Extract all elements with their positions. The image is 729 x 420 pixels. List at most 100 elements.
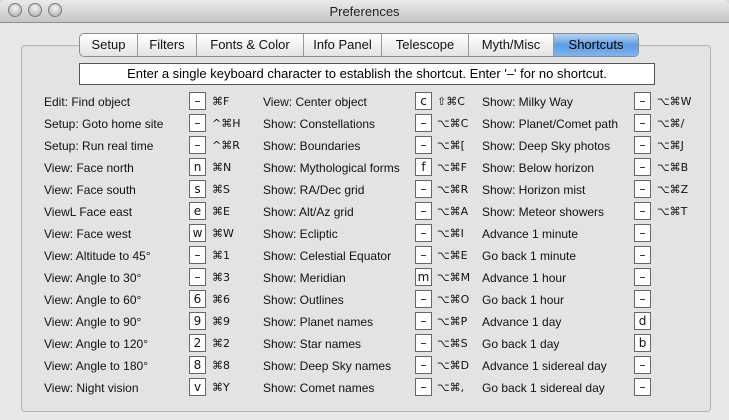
shortcut-label: View: Face south (44, 183, 136, 197)
shortcut-key-field[interactable]: 6 (189, 290, 206, 308)
shortcut-key-field[interactable]: – (634, 378, 651, 396)
shortcut-combo: ⌥⌘F (437, 161, 468, 174)
shortcut-key-field[interactable]: – (634, 92, 651, 110)
shortcut-combo: ⌘F (212, 95, 230, 108)
shortcut-label: Show: Alt/Az grid (263, 205, 354, 219)
shortcut-key-field[interactable]: – (415, 356, 432, 374)
shortcut-key-field[interactable]: e (189, 202, 206, 220)
shortcut-key-field[interactable]: – (634, 290, 651, 308)
shortcut-label: Advance 1 hour (482, 271, 567, 285)
shortcut-label: Show: Deep Sky photos (482, 139, 611, 153)
shortcut-label: View: Angle to 60° (44, 293, 142, 307)
shortcut-combo: ⌥⌘S (437, 337, 468, 350)
shortcut-key-field[interactable]: – (634, 224, 651, 242)
instruction-banner: Enter a single keyboard character to est… (79, 63, 655, 85)
title-bar: Preferences (0, 0, 729, 23)
shortcut-key-field[interactable]: f (415, 158, 432, 176)
shortcut-key-field[interactable]: – (415, 114, 432, 132)
shortcut-key-field[interactable]: – (634, 158, 651, 176)
shortcut-combo: ⌘3 (212, 271, 230, 284)
shortcut-label: Show: Deep Sky names (263, 359, 392, 373)
shortcut-combo: ^⌘H (212, 117, 241, 130)
shortcut-label: Edit: Find object (44, 95, 131, 109)
shortcut-key-field[interactable]: – (634, 136, 651, 154)
shortcut-key-field[interactable]: – (415, 136, 432, 154)
shortcut-key-field[interactable]: – (634, 202, 651, 220)
shortcut-label: Advance 1 day (482, 315, 562, 329)
tab-info-panel[interactable]: Info Panel (304, 34, 382, 56)
shortcut-key-field[interactable]: – (189, 114, 206, 132)
shortcut-combo: ⌥⌘E (437, 249, 468, 262)
shortcut-key-field[interactable]: – (189, 136, 206, 154)
shortcut-combo: ⌥⌘T (657, 205, 688, 218)
shortcut-key-field[interactable]: 2 (189, 334, 206, 352)
tab-setup[interactable]: Setup (80, 34, 138, 56)
shortcut-key-field[interactable]: w (189, 224, 206, 242)
shortcut-key-field[interactable]: c (415, 92, 432, 110)
tab-shortcuts[interactable]: Shortcuts (554, 34, 638, 56)
shortcut-key-field[interactable]: – (415, 378, 432, 396)
shortcut-label: Go back 1 minute (482, 249, 577, 263)
shortcut-label: Show: Planet/Comet path (482, 117, 619, 131)
shortcut-label: Setup: Run real time (44, 139, 154, 153)
tab-telescope[interactable]: Telescope (382, 34, 469, 56)
shortcut-label: Show: Below horizon (482, 161, 595, 175)
shortcut-key-field[interactable]: – (415, 202, 432, 220)
shortcut-key-field[interactable]: – (415, 312, 432, 330)
shortcut-key-field[interactable]: – (415, 224, 432, 242)
shortcut-key-field[interactable]: – (189, 268, 206, 286)
shortcut-label: View: Angle to 120° (44, 337, 148, 351)
shortcut-label: Show: RA/Dec grid (263, 183, 365, 197)
shortcut-key-field[interactable]: n (189, 158, 206, 176)
shortcut-combo: ⌘6 (212, 293, 230, 306)
shortcut-label: Show: Outlines (263, 293, 344, 307)
shortcut-key-field[interactable]: – (634, 268, 651, 286)
shortcut-key-field[interactable]: 8 (189, 356, 206, 374)
tab-myth-misc[interactable]: Myth/Misc (469, 34, 554, 56)
shortcut-combo: ⌥⌘B (657, 161, 689, 174)
shortcut-combo: ⌥⌘I (437, 227, 464, 240)
window-title: Preferences (329, 4, 400, 19)
shortcut-label: View: Angle to 30° (44, 271, 142, 285)
shortcut-label: Show: Boundaries (263, 139, 361, 153)
shortcut-key-field[interactable]: – (415, 290, 432, 308)
shortcut-label: ViewL Face east (44, 205, 133, 219)
shortcut-key-field[interactable]: d (634, 312, 651, 330)
shortcut-key-field[interactable]: b (634, 334, 651, 352)
shortcut-label: Show: Horizon mist (482, 183, 586, 197)
shortcut-label: View: Face west (44, 227, 132, 241)
tab-filters[interactable]: Filters (138, 34, 197, 56)
shortcut-combo: ⌥⌘P (437, 315, 468, 328)
shortcut-key-field[interactable]: – (415, 180, 432, 198)
shortcut-combo: ⌥⌘O (437, 293, 470, 306)
shortcut-label: View: Face north (44, 161, 134, 175)
shortcut-key-field[interactable]: 9 (189, 312, 206, 330)
shortcut-key-field[interactable]: – (189, 246, 206, 264)
shortcut-combo: ⌥⌘W (657, 95, 692, 108)
shortcut-combo: ⌥⌘C (437, 117, 469, 130)
shortcut-key-field[interactable]: – (415, 246, 432, 264)
shortcut-label: Show: Mythological forms (263, 161, 400, 175)
shortcut-label: Go back 1 sidereal day (482, 381, 605, 395)
shortcut-combo: ⌥⌘A (437, 205, 469, 218)
shortcut-key-field[interactable]: – (634, 180, 651, 198)
shortcut-combo: ⌥⌘J (657, 139, 684, 152)
shortcut-key-field[interactable]: s (189, 180, 206, 198)
tab-fonts-color[interactable]: Fonts & Color (197, 34, 304, 56)
shortcut-key-field[interactable]: v (189, 378, 206, 396)
shortcut-combo: ⌘1 (212, 249, 230, 262)
shortcut-key-field[interactable]: – (634, 246, 651, 264)
shortcut-key-field[interactable]: – (634, 356, 651, 374)
shortcut-combo: ⌘9 (212, 315, 230, 328)
shortcut-combo: ⌘W (212, 227, 234, 240)
shortcut-key-field[interactable]: – (415, 334, 432, 352)
shortcut-combo: ⌘S (212, 183, 230, 196)
shortcut-key-field[interactable]: – (189, 92, 206, 110)
shortcut-key-field[interactable]: – (634, 114, 651, 132)
shortcut-combo: ⌘2 (212, 337, 230, 350)
shortcut-combo: ⇧⌘C (437, 95, 465, 108)
shortcut-key-field[interactable]: m (415, 268, 432, 286)
shortcut-label: Show: Star names (263, 337, 362, 351)
shortcut-label: Show: Celestial Equator (263, 249, 392, 263)
preferences-window: Preferences Setup Filters Fonts & Color … (0, 0, 729, 420)
